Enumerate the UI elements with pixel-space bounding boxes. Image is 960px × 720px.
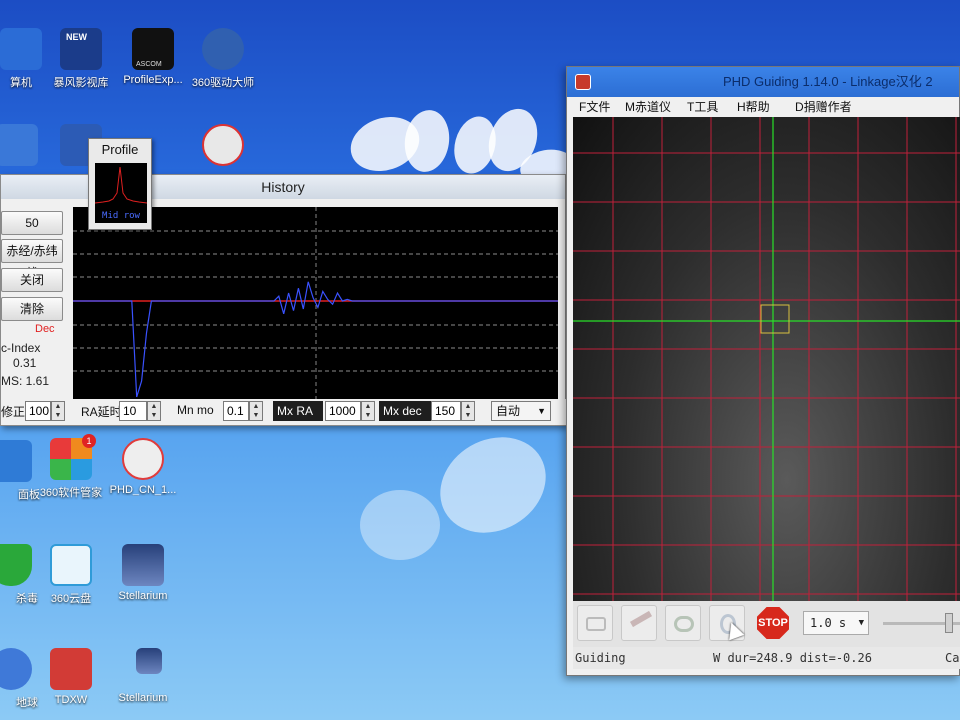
close-history-button[interactable]: 关闭 [1, 268, 63, 292]
telescope-icon [629, 610, 653, 628]
osc-index-value: 0.31 [13, 356, 37, 370]
mn-mo-stepper[interactable]: ▲ ▼ [249, 401, 263, 421]
phd-app-icon [575, 74, 591, 90]
mx-dec-stepper[interactable]: ▲ ▼ [461, 401, 475, 421]
phd-menu-bar: F文件 M赤道仪 T工具 H帮助 D捐赠作者 [567, 97, 959, 115]
camera-icon [586, 617, 606, 631]
profile-graph: Mid row [94, 163, 148, 223]
status-left: Guiding [575, 651, 626, 665]
moon-icon [136, 648, 162, 674]
status-right: W dur=248.9 dist=-0.26 [713, 651, 872, 665]
monitor-icon [0, 124, 38, 166]
shield-icon [0, 544, 32, 586]
rms-label: MS: 1.61 [1, 374, 50, 388]
mx-dec-input[interactable]: 150 [431, 401, 461, 421]
menu-donate[interactable]: D捐赠作者 [795, 98, 852, 115]
ra-trace [73, 281, 558, 398]
mx-ra-input[interactable]: 1000 [325, 401, 361, 421]
monitor-icon [0, 28, 42, 70]
desktop-icon-profileexp[interactable]: ASCOM ProfileExp... [116, 28, 190, 86]
history-window: History 50 赤经/赤纬线 关闭 清除 Dec c-Index 0.31… [0, 174, 567, 426]
panel-icon [0, 440, 32, 482]
desktop-icon-phd[interactable]: PHD_CN_1... [106, 438, 180, 496]
camera-view[interactable] [573, 117, 960, 601]
ra-delay-stepper[interactable]: ▲ ▼ [147, 401, 161, 421]
desktop-icon-360soft[interactable]: 1 360软件管家 [34, 434, 108, 500]
desktop-icon-tdxw[interactable]: TDXW [34, 648, 108, 706]
exposure-value: 1.0 s [810, 616, 847, 630]
phd-icon [122, 438, 164, 480]
profile-title: Profile [101, 142, 139, 157]
stop-button[interactable]: STOP [757, 607, 789, 639]
gear-icon [202, 28, 244, 70]
camera-grid-overlay [573, 117, 960, 601]
globe-icon [0, 648, 32, 690]
menu-file[interactable]: F文件 [579, 98, 610, 115]
desktop-icon-360cloud[interactable]: 360云盘 [34, 544, 108, 606]
history-graph-svg [73, 207, 558, 399]
desktop-icon-baofeng[interactable]: NEW 暴风影视库 [44, 28, 118, 90]
dec-legend: Dec [35, 323, 55, 335]
guide-star-box [760, 304, 790, 334]
menu-tools[interactable]: T工具 [687, 98, 718, 115]
exposure-dropdown[interactable]: 1.0 s ▼ [803, 611, 869, 635]
loop-exposure-button[interactable] [665, 605, 701, 641]
ra-delay-label: RA延时 [81, 405, 122, 419]
osc-index-label: c-Index [1, 341, 41, 355]
desktop-icon-360driver[interactable]: 360驱动大师 [186, 28, 260, 90]
mx-ra-stepper[interactable]: ▲ ▼ [361, 401, 375, 421]
mx-ra-label: Mx RA [273, 401, 323, 421]
profile-caption: Mid row [102, 211, 140, 221]
chevron-down-icon: ▼ [858, 618, 864, 628]
constellation-icon: ASCOM [132, 28, 174, 70]
camera-connect-button[interactable] [577, 605, 613, 641]
phd-toolbar: STOP 1.0 s ▼ [573, 601, 960, 647]
new-badge-icon: NEW [60, 28, 102, 70]
mn-mo-input[interactable]: 0.1 [223, 401, 249, 421]
status-tail: Ca [945, 651, 960, 665]
guide-mode-value: 自动 [496, 404, 521, 418]
history-controls: 修正 100 ▲ ▼ RA延时 10 ▲ ▼ Mn mo 0.1 ▲ ▼ Mx RA … [1, 399, 567, 425]
phd-window: PHD Guiding 1.14.0 - Linkage汉化 2 F文件 M赤道… [566, 66, 960, 676]
menu-mount[interactable]: M赤道仪 [625, 98, 671, 115]
history-graph [73, 207, 558, 399]
fix-stepper[interactable]: ▲ ▼ [51, 401, 65, 421]
scope-connect-button[interactable] [621, 605, 657, 641]
fix-label: 修正 [1, 405, 26, 419]
tdx-icon [50, 648, 92, 690]
history-length-button[interactable]: 50 [1, 211, 63, 235]
phd-status-bar: Guiding W dur=248.9 dist=-0.26 Ca [573, 647, 960, 669]
clear-history-button[interactable]: 清除 [1, 297, 63, 321]
tiles-icon: 1 [50, 434, 96, 480]
mn-mo-label: Mn mo [177, 403, 214, 417]
moon-icon [122, 544, 164, 586]
ra-dec-mode-button[interactable]: 赤经/赤纬线 [1, 239, 63, 280]
history-title: History [1, 175, 565, 199]
phd-title-bar: PHD Guiding 1.14.0 - Linkage汉化 2 [567, 67, 959, 97]
fix-input[interactable]: 100 [25, 401, 51, 421]
guide-mode-dropdown[interactable]: 自动 ▼ [491, 401, 551, 421]
desktop-icon-stellarium[interactable]: Stellarium [106, 544, 180, 602]
chevron-down-icon: ▼ [537, 406, 546, 416]
loop-icon [674, 616, 694, 632]
ra-delay-input[interactable]: 10 [119, 401, 147, 421]
gamma-slider-thumb[interactable] [945, 613, 953, 633]
phd-title: PHD Guiding 1.14.0 - Linkage汉化 2 [723, 74, 933, 89]
mx-dec-label: Mx dec [379, 401, 431, 421]
menu-help[interactable]: H帮助 [737, 98, 770, 115]
desktop-icon-stellarium-2[interactable]: Stellarium [106, 648, 180, 704]
phd-icon [202, 124, 244, 166]
profile-window[interactable]: Profile Mid row [88, 138, 152, 230]
desktop-icon-misc-3[interactable] [186, 124, 260, 170]
cloud-icon [50, 544, 92, 586]
